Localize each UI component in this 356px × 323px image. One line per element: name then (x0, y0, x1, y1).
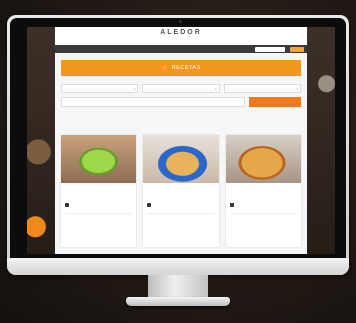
search-button[interactable] (249, 97, 301, 107)
background-photo-left (27, 27, 55, 254)
chevron-down-icon: ▾ (215, 86, 217, 91)
keyword-input[interactable] (61, 97, 245, 107)
filter-row: ▾ ▾ ▾ (61, 84, 301, 93)
time-select[interactable]: ▾ (223, 84, 301, 93)
recipe-cards (61, 135, 301, 247)
recipe-author (61, 200, 136, 207)
difficulty-select[interactable]: ▾ (142, 84, 220, 93)
monitor-base (126, 297, 230, 306)
recipe-author (143, 200, 218, 207)
banner-title: RECETAS (171, 65, 201, 71)
site-header: ALEDOR (55, 27, 307, 45)
web-page: ALEDOR 🍴 RECETAS ▾ ▾ ▾ (55, 27, 307, 254)
main-nav (55, 45, 307, 53)
recipe-image[interactable] (143, 135, 219, 183)
recipe-image[interactable] (61, 135, 137, 183)
nav-search-button[interactable] (290, 46, 304, 52)
author-avatar (147, 203, 152, 207)
recipe-image[interactable] (225, 135, 301, 183)
background-photo-right (307, 27, 335, 254)
recipes-banner: 🍴 RECETAS (61, 60, 301, 76)
imac-monitor: ALEDOR 🍴 RECETAS ▾ ▾ ▾ (7, 15, 349, 275)
recipe-meta (61, 214, 136, 217)
monitor-chin (7, 258, 349, 275)
recipe-card[interactable] (143, 135, 219, 247)
recipe-card[interactable] (225, 135, 301, 247)
recipe-meta (143, 214, 218, 217)
chevron-down-icon: ▾ (296, 86, 298, 91)
screen-bezel: ALEDOR 🍴 RECETAS ▾ ▾ ▾ (10, 18, 346, 258)
utensils-icon: 🍴 (161, 65, 169, 72)
recipe-card[interactable] (61, 135, 137, 247)
recipe-title[interactable] (143, 183, 218, 200)
camera-icon (179, 20, 182, 23)
site-logo[interactable]: ALEDOR (55, 29, 307, 37)
recipe-meta (226, 214, 301, 217)
screen: ALEDOR 🍴 RECETAS ▾ ▾ ▾ (27, 27, 335, 254)
author-avatar (65, 203, 69, 207)
chevron-down-icon: ▾ (133, 86, 136, 91)
recipe-author (226, 200, 301, 207)
category-select[interactable]: ▾ (61, 84, 139, 93)
recipe-title[interactable] (226, 183, 301, 200)
keyword-row (61, 97, 301, 107)
author-avatar (229, 203, 234, 207)
nav-search-input[interactable] (255, 46, 285, 52)
recipe-title[interactable] (61, 183, 136, 200)
